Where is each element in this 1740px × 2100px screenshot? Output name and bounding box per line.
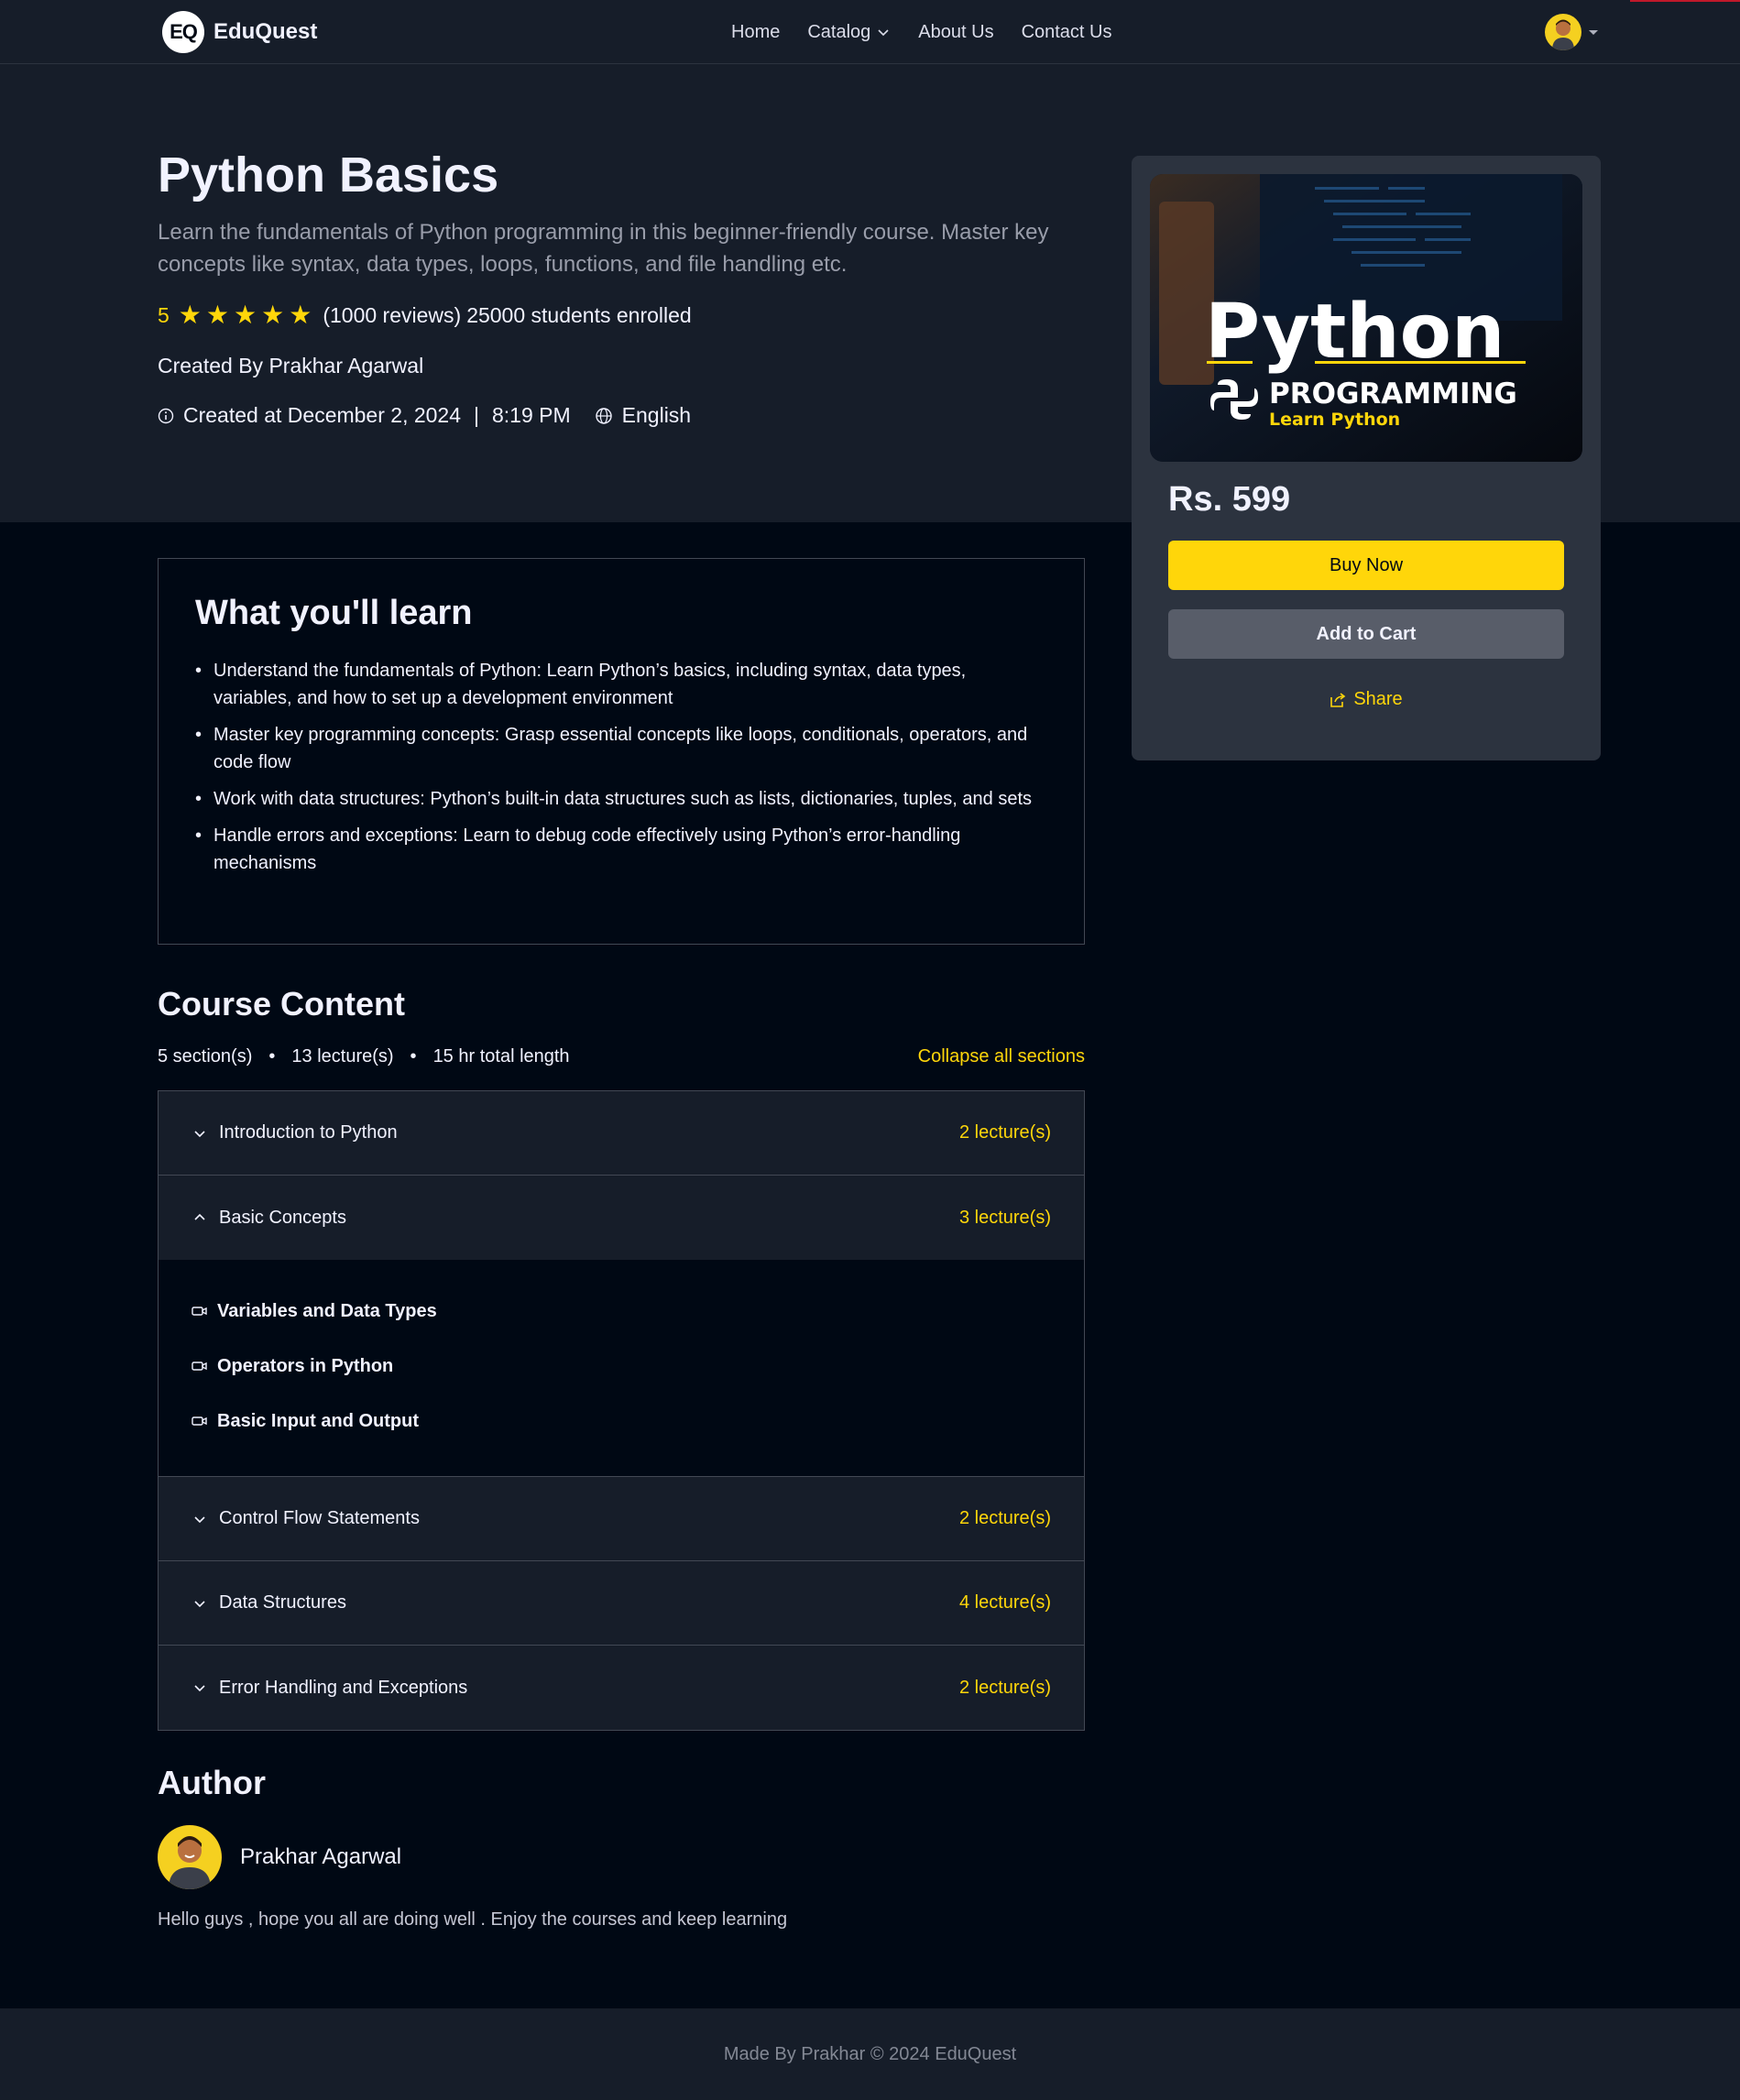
section-header[interactable]: Introduction to Python 2 lecture(s): [159, 1091, 1084, 1176]
section-lecture-count: 2 lecture(s): [958, 1122, 1051, 1143]
lecture-title: Basic Input and Output: [217, 1410, 419, 1431]
enrolled-count: 25000 students enrolled: [466, 302, 692, 327]
star-icon: ★: [205, 301, 230, 329]
star-icon: ★: [234, 301, 257, 329]
lecture-item[interactable]: Basic Input and Output: [192, 1394, 1051, 1449]
nav-catalog-label: Catalog: [807, 21, 871, 42]
nav-home[interactable]: Home: [731, 22, 780, 43]
globe-icon: [595, 407, 612, 424]
collapse-all-link[interactable]: Collapse all sections: [918, 1046, 1085, 1067]
lecture-title: Operators in Python: [217, 1355, 394, 1376]
thumb-sub: PROGRAMMING: [1269, 377, 1517, 410]
meta-dot: •: [268, 1046, 276, 1066]
sections-count: 5 section(s): [158, 1046, 253, 1066]
logo-badge: EQ: [162, 11, 204, 53]
course-thumbnail: Python PROGRAMMING Learn Python: [1150, 174, 1582, 462]
section-lecture-count: 2 lecture(s): [958, 1677, 1051, 1698]
section-header[interactable]: Error Handling and Exceptions 2 lecture(…: [159, 1646, 1084, 1730]
course-title: Python Basics: [158, 148, 499, 202]
site-logo[interactable]: EQ EduQuest: [162, 11, 317, 53]
course-language: English: [621, 403, 692, 427]
add-to-cart-button[interactable]: Add to Cart: [1168, 609, 1564, 659]
course-meta: Created at December 2, 2024 | 8:19 PM En…: [158, 403, 691, 428]
created-date: Created at December 2, 2024: [183, 403, 462, 427]
course-creator: Created By Prakhar Agarwal: [158, 354, 424, 377]
chevron-down-icon: [194, 1515, 205, 1523]
section-title: Basic Concepts: [219, 1207, 346, 1228]
course-sections: Introduction to Python 2 lecture(s) Basi…: [158, 1090, 1085, 1731]
what-you-learn-box: What you'll learn Understand the fundame…: [158, 558, 1085, 945]
section-header[interactable]: Data Structures 4 lecture(s): [159, 1561, 1084, 1646]
author-bio: Hello guys , hope you all are doing well…: [158, 1909, 788, 1930]
rating-row: 5 ★ ★ ★ ★ ★ (1000 reviews) 25000 student…: [158, 302, 692, 328]
share-label: Share: [1353, 689, 1403, 709]
course-description: Learn the fundamentals of Python program…: [158, 220, 1049, 277]
author-title: Author: [158, 1764, 266, 1801]
review-count: (1000 reviews): [323, 302, 462, 327]
logo-text: EduQuest: [213, 19, 318, 44]
buy-now-button[interactable]: Buy Now: [1168, 541, 1564, 590]
purchase-card: Python PROGRAMMING Learn Python Rs. 599 …: [1132, 156, 1601, 760]
section-lectures: Variables and Data Types Operators in Py…: [159, 1260, 1084, 1477]
section-title: Introduction to Python: [219, 1122, 398, 1143]
total-length: 15 hr total length: [432, 1046, 570, 1066]
avatar: [1545, 14, 1581, 50]
course-content-meta: 5 section(s) • 13 lecture(s) • 15 hr tot…: [158, 1046, 570, 1067]
section-title: Data Structures: [219, 1592, 346, 1613]
top-navbar: EQ EduQuest Home Catalog About Us Contac…: [0, 0, 1740, 64]
video-icon: [192, 1416, 207, 1426]
nav-catalog[interactable]: Catalog: [807, 22, 891, 43]
chevron-down-icon: [194, 1685, 205, 1692]
lecture-item[interactable]: Operators in Python: [192, 1339, 1051, 1394]
author-avatar: [158, 1825, 222, 1889]
learn-list: Understand the fundamentals of Python: L…: [195, 657, 1047, 877]
footer-text: Made By Prakhar © 2024 EduQuest: [723, 2043, 1017, 2064]
caret-down-icon: [1589, 30, 1598, 35]
star-icon: ★: [261, 301, 285, 329]
learn-item: Understand the fundamentals of Python: L…: [195, 657, 1047, 712]
top-accent-line: [1630, 0, 1740, 2]
footer: Made By Prakhar © 2024 EduQuest: [0, 2008, 1740, 2100]
rating-value: 5: [158, 302, 170, 327]
meta-divider: |: [474, 403, 479, 427]
created-time: 8:19 PM: [492, 403, 571, 427]
learn-item: Work with data structures: Python’s buil…: [195, 785, 1047, 813]
star-icon: ★: [289, 301, 312, 329]
section-lecture-count: 4 lecture(s): [958, 1592, 1051, 1613]
chevron-down-icon: [878, 29, 889, 37]
nav-contact[interactable]: Contact Us: [1022, 22, 1112, 43]
learn-title: What you'll learn: [195, 594, 473, 632]
share-icon: [1330, 692, 1346, 707]
video-icon: [192, 1362, 207, 1371]
section-header[interactable]: Control Flow Statements 2 lecture(s): [159, 1477, 1084, 1561]
lecture-item[interactable]: Variables and Data Types: [192, 1284, 1051, 1339]
share-button[interactable]: Share: [1132, 689, 1601, 710]
author-name: Prakhar Agarwal: [240, 1844, 402, 1869]
chevron-down-icon: [194, 1130, 205, 1137]
section-lecture-count: 2 lecture(s): [958, 1508, 1051, 1528]
learn-item: Handle errors and exceptions: Learn to d…: [195, 822, 1047, 877]
course-price: Rs. 599: [1168, 480, 1291, 519]
chevron-down-icon: [194, 1600, 205, 1607]
chevron-up-icon: [194, 1213, 205, 1220]
learn-item: Master key programming concepts: Grasp e…: [195, 721, 1047, 776]
profile-dropdown[interactable]: [1545, 14, 1600, 50]
author-row: Prakhar Agarwal: [158, 1825, 401, 1889]
star-icon: ★: [178, 301, 202, 329]
section-title: Control Flow Statements: [219, 1508, 420, 1528]
thumb-tag: Learn Python: [1269, 410, 1400, 430]
video-icon: [192, 1307, 207, 1316]
lecture-title: Variables and Data Types: [217, 1300, 437, 1321]
nav-about[interactable]: About Us: [918, 22, 993, 43]
main-nav: Home Catalog About Us Contact Us: [731, 0, 1112, 64]
section-lecture-count: 3 lecture(s): [958, 1207, 1051, 1228]
section-title: Error Handling and Exceptions: [219, 1677, 468, 1698]
section-header[interactable]: Basic Concepts 3 lecture(s): [159, 1176, 1084, 1260]
course-content-title: Course Content: [158, 985, 405, 1023]
meta-dot: •: [410, 1046, 417, 1066]
lectures-count: 13 lecture(s): [291, 1046, 394, 1066]
info-icon: [158, 408, 174, 423]
rating-stars: ★ ★ ★ ★ ★: [179, 302, 312, 328]
